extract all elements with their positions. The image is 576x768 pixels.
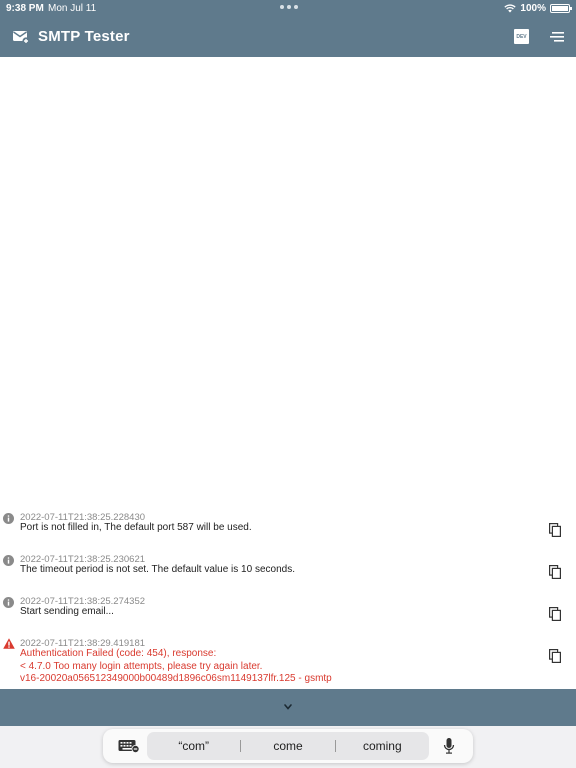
log-message: Start sending email... <box>20 606 114 617</box>
status-indicators: 100% <box>504 3 572 14</box>
battery-percent: 100% <box>520 3 546 14</box>
mail-plus-icon <box>13 31 30 45</box>
log-message: The timeout period is not set. The defau… <box>20 564 295 575</box>
info-icon <box>3 597 14 608</box>
wifi-icon <box>504 4 517 13</box>
log-list: 2022-07-11T21:38:25.228430 Port is not f… <box>0 505 576 687</box>
app-title: SMTP Tester <box>38 28 130 45</box>
microphone-icon[interactable] <box>443 737 455 755</box>
copy-icon[interactable] <box>549 523 561 537</box>
multitasking-dots-icon[interactable] <box>280 5 298 11</box>
log-entry-error: 2022-07-11T21:38:29.419181 Authenticatio… <box>0 631 576 687</box>
suggestion-item[interactable]: coming <box>336 739 429 753</box>
log-message-error: v16-20020a056512349000b00489d1896c06sm11… <box>20 673 332 684</box>
status-date: Mon Jul 11 <box>48 3 97 14</box>
sort-menu-icon[interactable] <box>550 31 564 43</box>
copy-icon[interactable] <box>549 565 561 579</box>
chevron-down-icon[interactable] <box>282 702 294 712</box>
app-header: SMTP Tester DEV <box>0 17 576 57</box>
copy-icon[interactable] <box>549 649 561 663</box>
log-entry: 2022-07-11T21:38:25.274352 Start sending… <box>0 589 576 631</box>
log-entry: 2022-07-11T21:38:25.230621 The timeout p… <box>0 547 576 589</box>
status-time: 9:38 PM <box>6 3 44 14</box>
warning-icon <box>3 638 15 649</box>
log-message-error: Authentication Failed (code: 454), respo… <box>20 648 217 659</box>
info-icon <box>3 555 14 566</box>
copy-icon[interactable] <box>549 607 561 621</box>
info-icon <box>3 513 14 524</box>
dev-badge-button[interactable]: DEV <box>514 29 529 44</box>
top-bar: 9:38 PM Mon Jul 11 100% SMTP Tester DEV <box>0 0 576 57</box>
suggestion-item[interactable]: come <box>241 739 334 753</box>
log-entry: 2022-07-11T21:38:25.228430 Port is not f… <box>0 505 576 547</box>
keyboard-icon[interactable] <box>118 739 140 753</box>
keyboard-accessory-bar <box>0 689 576 726</box>
battery-icon <box>550 4 572 13</box>
log-message: Port is not filled in, The default port … <box>20 522 252 533</box>
status-bar: 9:38 PM Mon Jul 11 100% <box>0 0 576 17</box>
suggestion-bar: “com” come coming <box>103 729 473 763</box>
log-message-error: < 4.7.0 Too many login attempts, please … <box>20 660 263 672</box>
keyboard-area: “com” come coming <box>0 726 576 768</box>
suggestion-list: “com” come coming <box>147 732 429 760</box>
suggestion-item[interactable]: “com” <box>147 739 240 753</box>
